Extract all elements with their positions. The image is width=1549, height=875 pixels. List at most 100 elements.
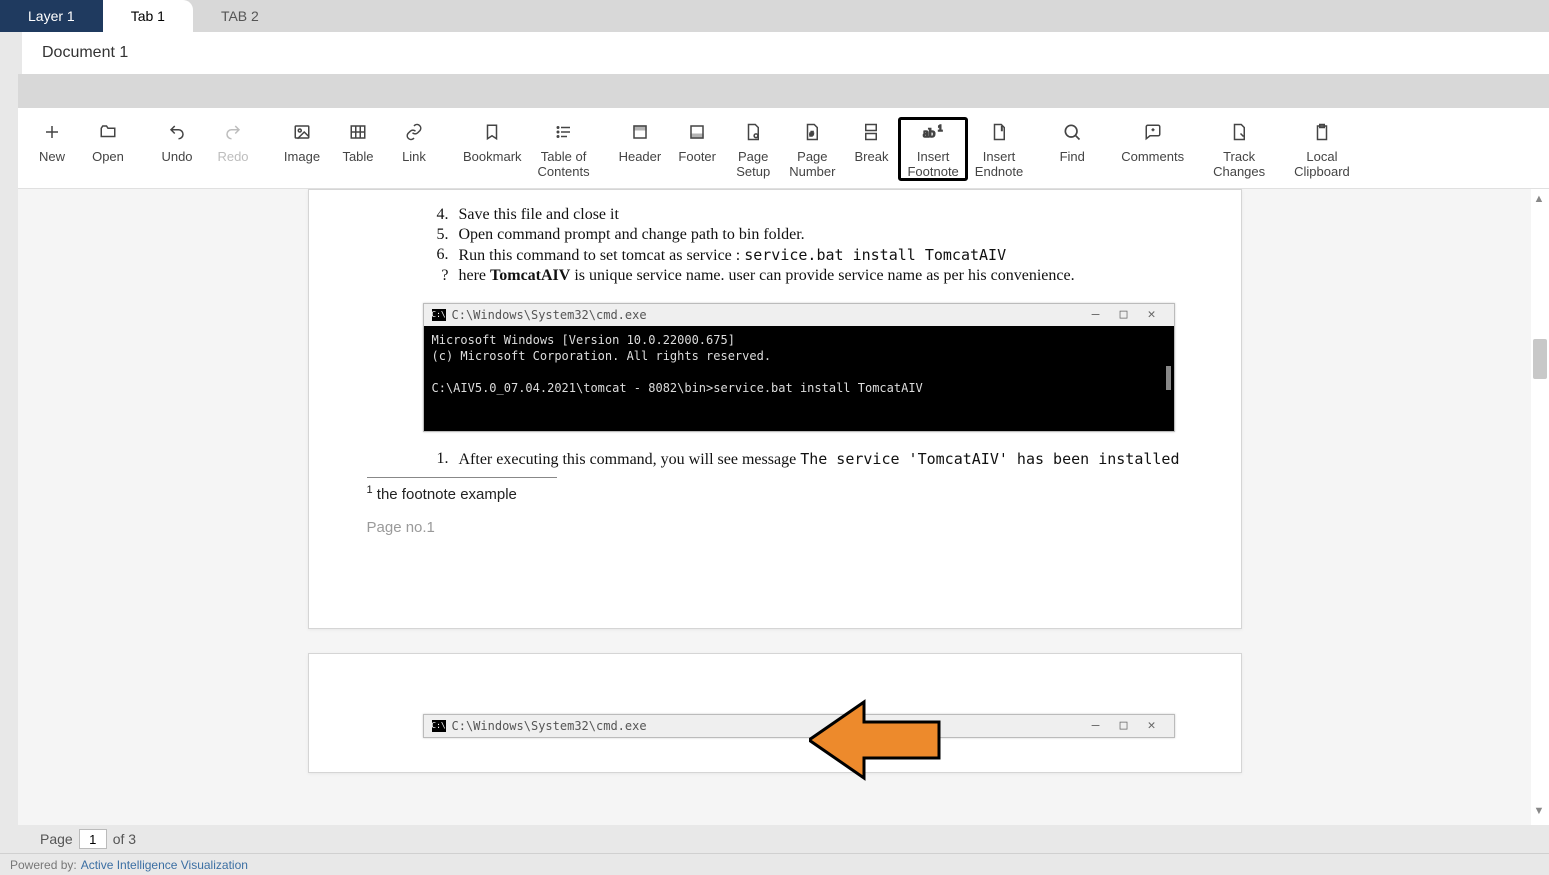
cmd-window: C:\ C:\Windows\System32\cmd.exe — □ ✕ Mi… <box>423 303 1175 432</box>
comments-button[interactable]: Comments <box>1113 118 1192 165</box>
list-text: Save this file and close it <box>459 206 1183 224</box>
cmd-titlebar: C:\ C:\Windows\System32\cmd.exe — □ ✕ <box>424 715 1174 737</box>
find-button[interactable]: Find <box>1044 118 1100 165</box>
local-clipboard-button[interactable]: Local Clipboard <box>1286 118 1358 180</box>
list-item: 6. Run this command to set tomcat as ser… <box>421 246 1183 265</box>
plus-icon <box>43 118 61 146</box>
page-setup-icon <box>744 118 762 146</box>
document-title-bar: Document 1 <box>18 32 1549 74</box>
tab-1-label: Tab 1 <box>131 8 165 24</box>
cmd-icon: C:\ <box>432 309 446 321</box>
break-icon <box>862 118 880 146</box>
table-icon <box>348 118 368 146</box>
list-item: 4. Save this file and close it <box>421 206 1183 224</box>
close-icon: ✕ <box>1138 718 1166 733</box>
scrollbar-thumb[interactable] <box>1533 339 1547 379</box>
svg-text:ab: ab <box>923 125 935 140</box>
ribbon-spacer <box>18 80 1549 108</box>
page-setup-label: Page Setup <box>736 150 770 180</box>
minimize-icon: — <box>1082 718 1110 733</box>
tab-2[interactable]: TAB 2 <box>193 0 287 32</box>
tab-layer[interactable]: Layer 1 <box>0 0 103 32</box>
comments-label: Comments <box>1121 150 1184 165</box>
maximize-icon: □ <box>1110 307 1138 322</box>
insert-endnote-button[interactable]: i Insert Endnote <box>967 118 1031 180</box>
document-title: Document 1 <box>42 44 128 62</box>
page-number-button[interactable]: # Page Number <box>781 118 843 180</box>
comment-icon <box>1143 118 1163 146</box>
powered-by-label: Powered by: <box>10 858 77 872</box>
page-setup-button[interactable]: Page Setup <box>725 118 781 180</box>
toc-button[interactable]: Table of Contents <box>530 118 598 180</box>
find-label: Find <box>1060 150 1085 165</box>
svg-text:i: i <box>1001 127 1002 133</box>
table-button[interactable]: Table <box>330 118 386 165</box>
list-item: 5. Open command prompt and change path t… <box>421 226 1183 244</box>
bookmark-button[interactable]: Bookmark <box>455 118 530 165</box>
redo-label: Redo <box>217 150 248 165</box>
clipboard-icon <box>1313 118 1331 146</box>
list-icon <box>554 118 574 146</box>
close-icon: ✕ <box>1138 307 1166 322</box>
document-page-1[interactable]: 4. Save this file and close it 5. Open c… <box>308 189 1242 629</box>
list-text: Open command prompt and change path to b… <box>459 226 1183 244</box>
pager-current-input[interactable] <box>79 829 107 849</box>
tab-1[interactable]: Tab 1 <box>103 0 193 32</box>
list-text: Run this command to set tomcat as servic… <box>459 246 1183 265</box>
maximize-icon: □ <box>1110 718 1138 733</box>
link-icon <box>404 118 424 146</box>
minimize-icon: — <box>1082 307 1110 322</box>
open-button[interactable]: Open <box>80 118 136 165</box>
list-item: ? here TomcatAIV is unique service name.… <box>421 267 1183 285</box>
image-button[interactable]: Image <box>274 118 330 165</box>
new-button[interactable]: New <box>24 118 80 165</box>
link-button[interactable]: Link <box>386 118 442 165</box>
cmd-body: Microsoft Windows [Version 10.0.22000.67… <box>424 326 1174 431</box>
undo-icon <box>167 118 187 146</box>
insert-footnote-button[interactable]: ab1 Insert Footnote <box>899 118 966 180</box>
footer-button[interactable]: Footer <box>669 118 725 165</box>
cmd-window: C:\ C:\Windows\System32\cmd.exe — □ ✕ <box>423 714 1175 738</box>
list-item: 1. After executing this command, you wil… <box>421 450 1183 469</box>
insert-endnote-label: Insert Endnote <box>975 150 1023 180</box>
scroll-up-button[interactable]: ▲ <box>1531 191 1547 207</box>
link-label: Link <box>402 150 426 165</box>
footnote-text: the footnote example <box>373 486 517 503</box>
footer-bar: Powered by: Active Intelligence Visualiz… <box>0 853 1549 875</box>
redo-button[interactable]: Redo <box>205 118 261 165</box>
document-page-2[interactable]: C:\ C:\Windows\System32\cmd.exe — □ ✕ <box>308 653 1242 773</box>
cmd-title-path: C:\Windows\System32\cmd.exe <box>452 308 647 322</box>
open-label: Open <box>92 150 124 165</box>
list-number: 5. <box>421 226 449 244</box>
footnote-icon: ab1 <box>921 118 945 146</box>
track-changes-button[interactable]: Track Changes <box>1205 118 1273 180</box>
redo-icon <box>223 118 243 146</box>
page-number-label: Page Number <box>789 150 835 180</box>
tab-2-label: TAB 2 <box>221 8 259 24</box>
footnote-line: 1 the footnote example <box>367 484 1183 503</box>
bookmark-label: Bookmark <box>463 150 522 165</box>
pager-of-label: of <box>113 831 125 847</box>
header-icon <box>630 118 650 146</box>
track-changes-icon <box>1230 118 1248 146</box>
folder-open-icon <box>98 118 118 146</box>
list-text: After executing this command, you will s… <box>459 450 1183 469</box>
image-icon <box>292 118 312 146</box>
cmd-title-path: C:\Windows\System32\cmd.exe <box>452 719 647 733</box>
list-number: 6. <box>421 246 449 265</box>
header-button[interactable]: Header <box>611 118 670 165</box>
code-inline: The service 'TomcatAIV' has been install… <box>800 450 1179 468</box>
local-clipboard-label: Local Clipboard <box>1294 150 1350 180</box>
header-label: Header <box>619 150 662 165</box>
list-text: here TomcatAIV is unique service name. u… <box>459 267 1183 285</box>
list-number: ? <box>421 267 449 285</box>
break-button[interactable]: Break <box>843 118 899 165</box>
search-icon <box>1062 118 1082 146</box>
track-changes-label: Track Changes <box>1213 150 1265 180</box>
scroll-down-button[interactable]: ▼ <box>1531 803 1547 819</box>
list-number: 1. <box>421 450 449 469</box>
svg-text:1: 1 <box>938 124 943 133</box>
undo-button[interactable]: Undo <box>149 118 205 165</box>
page-number-label: Page no.1 <box>367 519 1183 536</box>
document-canvas: 4. Save this file and close it 5. Open c… <box>18 189 1549 825</box>
